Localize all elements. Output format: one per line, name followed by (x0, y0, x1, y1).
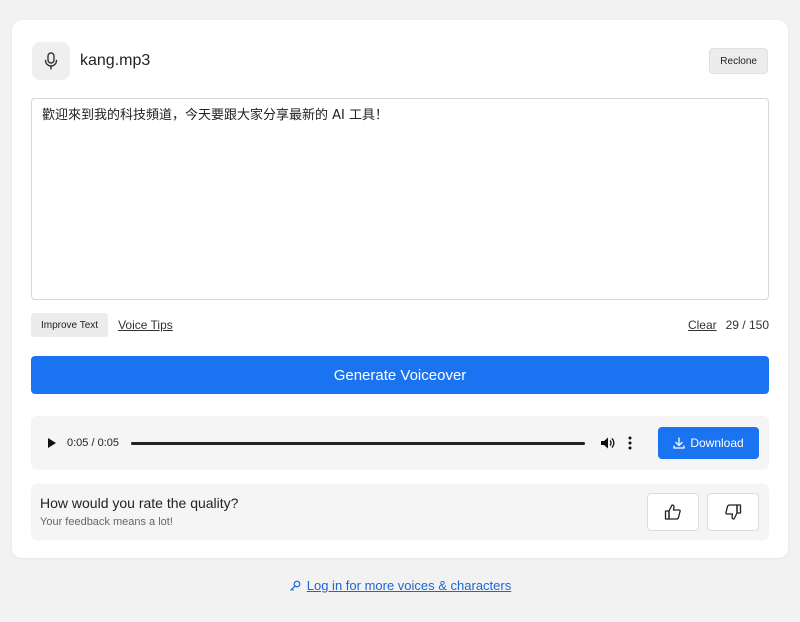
rating-panel: How would you rate the quality? Your fee… (31, 484, 769, 540)
more-options-icon[interactable] (623, 434, 637, 452)
login-row: Log in for more voices & characters (0, 578, 800, 593)
audio-progress-fill (131, 441, 585, 445)
character-count: 29 / 150 (725, 318, 769, 332)
audio-progress-bar[interactable] (131, 441, 585, 445)
improve-text-button[interactable]: Improve Text (31, 313, 109, 337)
download-button[interactable]: Download (658, 427, 759, 459)
audio-player-panel: 0:05 / 0:05 Download (31, 416, 769, 470)
login-link[interactable]: Log in for more voices & characters (307, 578, 511, 593)
clear-link[interactable]: Clear (688, 318, 717, 332)
voice-clone-card: kang.mp3 Reclone 歡迎來到我的科技頻道，今天要跟大家分享最新的 … (12, 20, 788, 558)
script-textarea[interactable]: 歡迎來到我的科技頻道，今天要跟大家分享最新的 AI 工具！ (31, 98, 769, 300)
thumbs-up-icon (664, 504, 681, 520)
time-readout: 0:05 / 0:05 (67, 437, 119, 449)
thumbs-down-button[interactable] (707, 493, 759, 531)
volume-icon[interactable] (599, 434, 617, 452)
thumbs-up-button[interactable] (647, 493, 699, 531)
voice-tips-link[interactable]: Voice Tips (118, 318, 173, 332)
download-icon (673, 437, 685, 449)
key-icon (289, 580, 301, 591)
play-icon[interactable] (41, 432, 63, 454)
microphone-icon (32, 42, 70, 80)
thumbs-down-icon (725, 504, 742, 520)
reclone-button[interactable]: Reclone (709, 48, 768, 74)
audio-player: 0:05 / 0:05 (41, 427, 641, 459)
rating-subtitle: Your feedback means a lot! (40, 516, 173, 528)
text-tools-row: Improve Text Voice Tips Clear 29 / 150 (31, 313, 769, 337)
file-row: kang.mp3 Reclone (32, 42, 768, 80)
download-label: Download (690, 436, 744, 450)
generate-voiceover-button[interactable]: Generate Voiceover (31, 356, 769, 394)
file-name: kang.mp3 (80, 52, 151, 69)
rating-question: How would you rate the quality? (40, 495, 239, 511)
